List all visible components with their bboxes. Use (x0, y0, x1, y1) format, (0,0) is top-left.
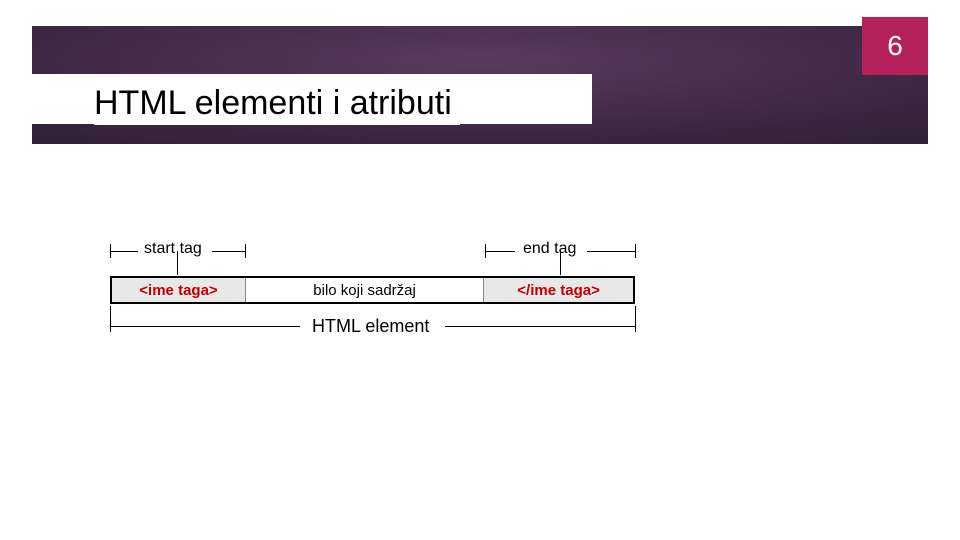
bracket-html-element: HTML element (110, 306, 635, 356)
bracket-connector-icon (560, 251, 561, 275)
bracket-line-icon (110, 326, 300, 327)
bracket-tick-icon (635, 320, 636, 332)
bracket-line-icon (212, 251, 245, 252)
bracket-tick-icon (245, 244, 246, 258)
cell-end-tag: </ime taga> (484, 278, 633, 302)
bracket-line-icon (445, 326, 635, 327)
bracket-line-icon (587, 251, 635, 252)
bracket-end-tag: end tag (485, 230, 635, 274)
slide-title: HTML elementi i atributi (94, 82, 460, 125)
html-element-label: HTML element (306, 316, 435, 337)
element-bar: <ime taga> bilo koji sadržaj </ime taga> (110, 276, 635, 304)
slide: 6 HTML elementi i atributi start tag end… (0, 0, 960, 540)
bracket-tick-icon (635, 244, 636, 258)
html-element-diagram: start tag end tag <ime taga> bilo koji s… (110, 230, 670, 370)
bracket-start-tag: start tag (110, 230, 245, 274)
bracket-line-icon (485, 251, 515, 252)
page-number: 6 (887, 30, 903, 62)
cell-content: bilo koji sadržaj (246, 278, 484, 302)
start-tag-label: start tag (140, 240, 206, 258)
end-tag-label: end tag (519, 240, 580, 258)
bracket-connector-icon (177, 251, 178, 275)
bracket-line-icon (110, 251, 138, 252)
cell-start-tag: <ime taga> (112, 278, 246, 302)
page-number-badge: 6 (862, 17, 928, 75)
